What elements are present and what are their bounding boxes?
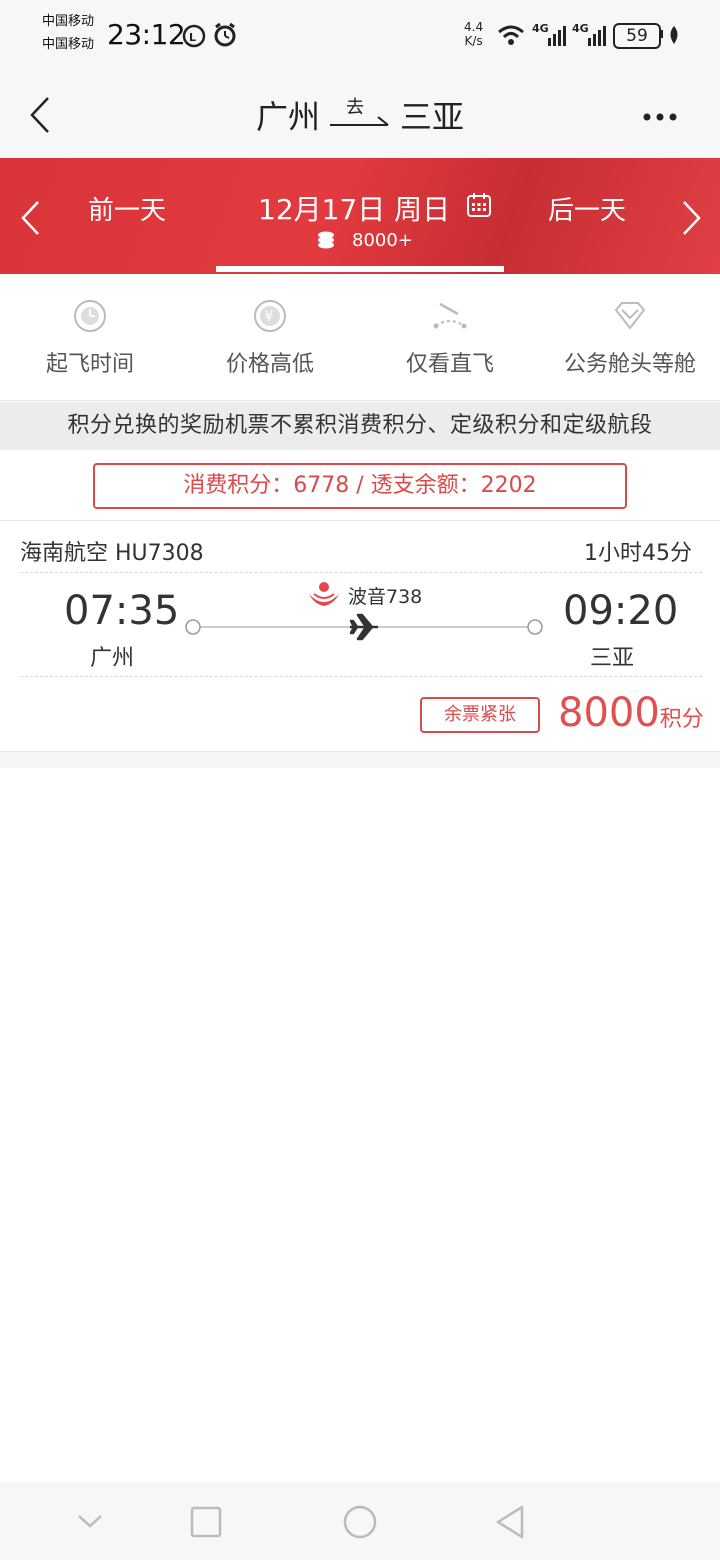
alarm-icon xyxy=(212,22,238,48)
svg-text:L: L xyxy=(189,31,196,44)
next-day-chevron-icon[interactable] xyxy=(678,198,704,238)
flight-duration: 1小时45分 xyxy=(584,541,692,566)
battery-icon: 59 xyxy=(613,23,661,49)
filter-departure-time[interactable]: 起飞时间 xyxy=(0,276,180,400)
filter-label: 起飞时间 xyxy=(45,352,134,377)
filter-price[interactable]: ¥ 价格高低 xyxy=(180,276,360,400)
airplane-icon xyxy=(348,612,380,642)
points-balance: 消费积分：6778 / 透支余额：2202 xyxy=(93,463,627,509)
price-value: 8000 xyxy=(558,690,660,736)
airline-flight-no: 海南航空 HU7308 xyxy=(20,541,204,566)
direct-flight-icon xyxy=(433,302,467,329)
direction-arrow: 去 xyxy=(326,95,394,135)
status-bar: 中国移动 中国移动 23:12 L 4.4 K/s 4G 4G 59 xyxy=(0,0,720,72)
price: 8000积分 xyxy=(558,690,704,736)
points-notice: 积分兑换的奖励机票不累积消费积分、定级积分和定级航段 xyxy=(0,402,720,450)
next-day-button[interactable]: 后一天 xyxy=(548,190,626,227)
price-unit: 积分 xyxy=(659,707,704,732)
signal-1-label: 4G xyxy=(532,22,549,35)
filter-business-first[interactable]: 公务舱头等舱 xyxy=(540,276,720,400)
calendar-icon[interactable] xyxy=(466,192,492,218)
dashed-divider xyxy=(20,676,702,677)
filter-label: 仅看直飞 xyxy=(405,352,494,377)
coin-stack-icon xyxy=(316,230,336,250)
nav-collapse-icon[interactable] xyxy=(76,1512,104,1530)
filter-direct-only[interactable]: 仅看直飞 xyxy=(360,276,540,400)
svg-text:¥: ¥ xyxy=(265,309,274,325)
system-nav-bar xyxy=(0,1482,720,1560)
signal-2-label: 4G xyxy=(572,22,589,35)
selected-date-indicator xyxy=(216,266,504,272)
filter-bar: 起飞时间 ¥ 价格高低 仅看直飞 公务舱头等舱 xyxy=(0,276,720,401)
clock: 23:12 xyxy=(107,18,186,51)
signal-2-icon xyxy=(588,24,608,46)
net-speed-unit: K/s xyxy=(464,34,483,48)
selected-date[interactable]: 12月17日 周日 xyxy=(258,188,450,228)
battery-tip xyxy=(660,30,663,38)
carrier-1: 中国移动 xyxy=(42,14,95,29)
filter-label: 价格高低 xyxy=(225,352,314,377)
card-shadow xyxy=(0,752,720,768)
seat-status-badge: 余票紧张 xyxy=(420,697,540,733)
prev-day-chevron-icon[interactable] xyxy=(18,198,44,238)
wifi-icon xyxy=(496,22,526,48)
destination-city: 三亚 xyxy=(400,98,465,136)
departure-time: 07:35 xyxy=(64,588,180,634)
aircraft-type: 波音738 xyxy=(348,586,423,608)
more-icon[interactable] xyxy=(642,108,678,121)
yuan-icon: ¥ xyxy=(254,300,286,332)
date-bar: 前一天 12月17日 周日 8000+ 后一天 xyxy=(0,158,720,274)
dashed-divider xyxy=(20,572,702,573)
arrival-city: 三亚 xyxy=(590,646,635,671)
arrival-time: 09:20 xyxy=(563,588,679,634)
min-points: 8000+ xyxy=(352,230,413,251)
departure-city: 广州 xyxy=(90,646,135,671)
nav-home-icon[interactable] xyxy=(342,1504,378,1540)
header: 广州 去 三亚 xyxy=(0,72,720,158)
nav-recent-icon[interactable] xyxy=(190,1506,222,1538)
origin-city: 广州 xyxy=(255,98,320,136)
filter-label: 公务舱头等舱 xyxy=(563,352,696,377)
carrier-2: 中国移动 xyxy=(42,37,95,52)
net-speed: 4.4 K/s xyxy=(464,20,483,48)
nav-back-icon[interactable] xyxy=(494,1504,528,1540)
hainan-airlines-logo-icon xyxy=(306,580,342,610)
clock-icon xyxy=(74,300,106,332)
route-title: 广州 去 三亚 xyxy=(0,72,720,158)
leaf-icon xyxy=(667,24,681,46)
diamond-icon xyxy=(614,302,646,330)
prev-day-button[interactable]: 前一天 xyxy=(88,190,166,227)
signal-1-icon xyxy=(548,24,568,46)
hd-icon: L xyxy=(182,24,206,48)
net-speed-value: 4.4 xyxy=(464,20,484,34)
